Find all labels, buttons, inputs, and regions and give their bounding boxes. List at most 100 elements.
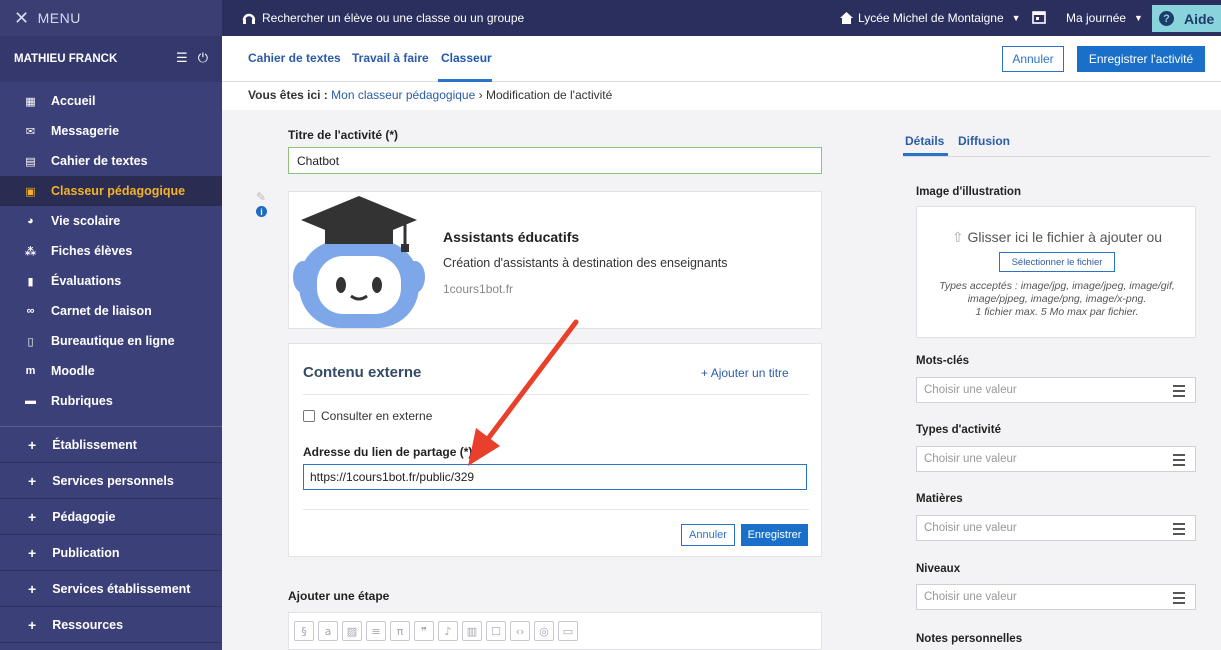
quote-icon[interactable]: ❞ — [414, 621, 434, 641]
image-icon[interactable]: ▨ — [342, 621, 362, 641]
microphone-icon[interactable]: ♪ — [438, 621, 458, 641]
sidebar-group-etablissement[interactable]: + Établissement — [0, 427, 222, 463]
code-icon[interactable]: ‹› — [510, 621, 530, 641]
calendar-icon[interactable] — [1032, 10, 1046, 24]
cancel-button[interactable]: Annuler — [1002, 46, 1064, 72]
plus-icon: + — [28, 616, 37, 633]
subjects-select[interactable]: Choisir une valeur — [916, 515, 1196, 541]
office-icon: ▯ — [27, 335, 34, 348]
dropzone-text: ⇧ Glisser ici le fichier à ajouter ou — [917, 229, 1197, 246]
sidebar-item-label: Carnet de liaison — [51, 304, 152, 318]
sidebar-item-evaluations[interactable]: ▮ Évaluations — [0, 266, 222, 296]
menu-label: MENU — [37, 10, 81, 26]
subjects-label: Matières — [916, 493, 963, 505]
add-title-label: Ajouter un titre — [710, 366, 789, 380]
external-content-title: Contenu externe — [303, 364, 422, 381]
content-tabs: Cahier de textes Travail à faire Classeu… — [222, 36, 1221, 82]
sidebar-item-label: Évaluations — [51, 274, 122, 288]
sidebar-item-accueil[interactable]: ▦ Accueil — [0, 86, 222, 116]
keywords-select[interactable]: Choisir une valeur — [916, 377, 1196, 403]
binder-icon: ▣ — [25, 185, 36, 198]
external-content-card: Contenu externe + Ajouter un titre Consu… — [288, 343, 822, 557]
select-file-button[interactable]: Sélectionner le fichier — [999, 252, 1115, 272]
plus-icon: + — [28, 580, 37, 597]
sidebar-item-cahier-de-textes[interactable]: ▤ Cahier de textes — [0, 146, 222, 176]
nav-list: ▦ Accueil ✉ Messagerie ▤ Cahier de textes ▣… — [0, 82, 222, 416]
eye-icon[interactable]: ◎ — [534, 621, 554, 641]
levels-select[interactable]: Choisir une valeur — [916, 584, 1196, 610]
tab-cahier-de-textes[interactable]: Cahier de textes — [248, 51, 341, 65]
text-icon[interactable]: a — [318, 621, 338, 641]
external-checkbox-label: Consulter en externe — [321, 409, 433, 423]
share-address-label: Adresse du lien de partage (*) — [303, 445, 473, 459]
sidebar-group-services-personnels[interactable]: + Services personnels — [0, 463, 222, 499]
sidebar-group-label: Services personnels — [52, 473, 174, 488]
sidebar-item-label: Moodle — [51, 364, 95, 378]
plus-icon: + — [28, 544, 37, 561]
sidebar-item-rubriques[interactable]: ▬ Rubriques — [0, 386, 222, 416]
external-save-button[interactable]: Enregistrer — [741, 524, 808, 546]
sidebar-group-label: Publication — [52, 545, 120, 560]
info-icon[interactable]: i — [256, 206, 267, 217]
external-cancel-button[interactable]: Annuler — [681, 524, 735, 546]
image-dropzone[interactable]: ⇧ Glisser ici le fichier à ajouter ou Sé… — [916, 206, 1196, 338]
tab-details[interactable]: Détails — [905, 134, 944, 148]
school-selector[interactable]: Lycée Michel de Montaigne ▼ — [840, 0, 1021, 36]
book-icon: ▤ — [25, 155, 36, 168]
sidebar-group-label: Services établissement — [52, 581, 191, 596]
sidebar-group-publication[interactable]: + Publication — [0, 535, 222, 571]
embed-icon[interactable]: ▭ — [558, 621, 578, 641]
list-icon[interactable]: ≡ — [366, 621, 386, 641]
add-title-button[interactable]: + Ajouter un titre — [701, 366, 789, 380]
breadcrumb-link[interactable]: Mon classeur pédagogique — [331, 88, 475, 102]
user-row: MATHIEU FRANCK ☰ ⏻ — [0, 36, 222, 82]
grid-icon: ▦ — [25, 95, 36, 108]
activity-types-select[interactable]: Choisir une valeur — [916, 446, 1196, 472]
tab-diffusion[interactable]: Diffusion — [958, 134, 1010, 148]
sidebar-item-vie-scolaire[interactable]: ◕ Vie scolaire — [0, 206, 222, 236]
external-checkbox[interactable] — [303, 410, 315, 422]
divider — [903, 156, 1210, 157]
select-placeholder: Choisir une valeur — [924, 453, 1017, 465]
pi-icon[interactable]: π — [390, 621, 410, 641]
sidebar-group-ressources[interactable]: + Ressources — [0, 607, 222, 643]
sidebar-group-pedagogie[interactable]: + Pédagogie — [0, 499, 222, 535]
link-preview-card[interactable]: Assistants éducatifs Création d'assistan… — [288, 191, 822, 329]
section-icon[interactable]: § — [294, 621, 314, 641]
menu-icon — [1173, 385, 1185, 400]
tab-travail-a-faire[interactable]: Travail à faire — [352, 51, 429, 65]
bars-icon: ▮ — [27, 275, 34, 288]
pencil-icon[interactable]: ✎ — [256, 190, 267, 204]
help-button[interactable]: ? Aide — [1152, 5, 1221, 32]
save-activity-button[interactable]: Enregistrer l'activité — [1077, 46, 1205, 72]
sidebar-item-carnet-de-liaison[interactable]: ∞ Carnet de liaison — [0, 296, 222, 326]
sidebar-item-label: Classeur pédagogique — [51, 184, 186, 198]
settings-sliders-icon[interactable]: ☰ — [176, 50, 188, 66]
sidebar-item-messagerie[interactable]: ✉ Messagerie — [0, 116, 222, 146]
menu-button[interactable]: ✕ MENU — [0, 0, 222, 36]
divider — [303, 509, 809, 510]
levels-label: Niveaux — [916, 563, 961, 575]
question-icon: ? — [1159, 11, 1174, 26]
sidebar-item-moodle[interactable]: m Moodle — [0, 356, 222, 386]
menu-icon — [1173, 523, 1185, 538]
sidebar-item-fiches-eleves[interactable]: ⁂ Fiches élèves — [0, 236, 222, 266]
sidebar-group-label: Établissement — [52, 437, 137, 452]
sidebar-item-bureautique[interactable]: ▯ Bureautique en ligne — [0, 326, 222, 356]
plus-icon: + — [28, 436, 37, 453]
edit-box-icon[interactable]: ☐ — [486, 621, 506, 641]
plus-icon: + — [28, 508, 37, 525]
sidebar-item-classeur-pedagogique[interactable]: ▣ Classeur pédagogique — [0, 176, 222, 206]
sidebar-group-services-etablissement[interactable]: + Services établissement — [0, 571, 222, 607]
pie-icon: ◕ — [27, 215, 34, 227]
power-icon[interactable]: ⏻ — [198, 50, 208, 66]
title-input[interactable]: Chatbot — [288, 147, 822, 174]
tab-classeur[interactable]: Classeur — [441, 51, 492, 65]
layout-icon[interactable]: ▥ — [462, 621, 482, 641]
my-day-menu[interactable]: Ma journée ▼ — [1066, 0, 1143, 36]
search-text: Rechercher un élève ou une classe ou un … — [262, 11, 525, 25]
divider — [303, 394, 809, 395]
types-line: 1 fichier max. 5 Mo max par fichier. — [975, 306, 1139, 318]
share-address-input[interactable]: https://1cours1bot.fr/public/329 — [303, 464, 807, 490]
global-search[interactable]: Rechercher un élève ou une classe ou un … — [242, 0, 524, 36]
